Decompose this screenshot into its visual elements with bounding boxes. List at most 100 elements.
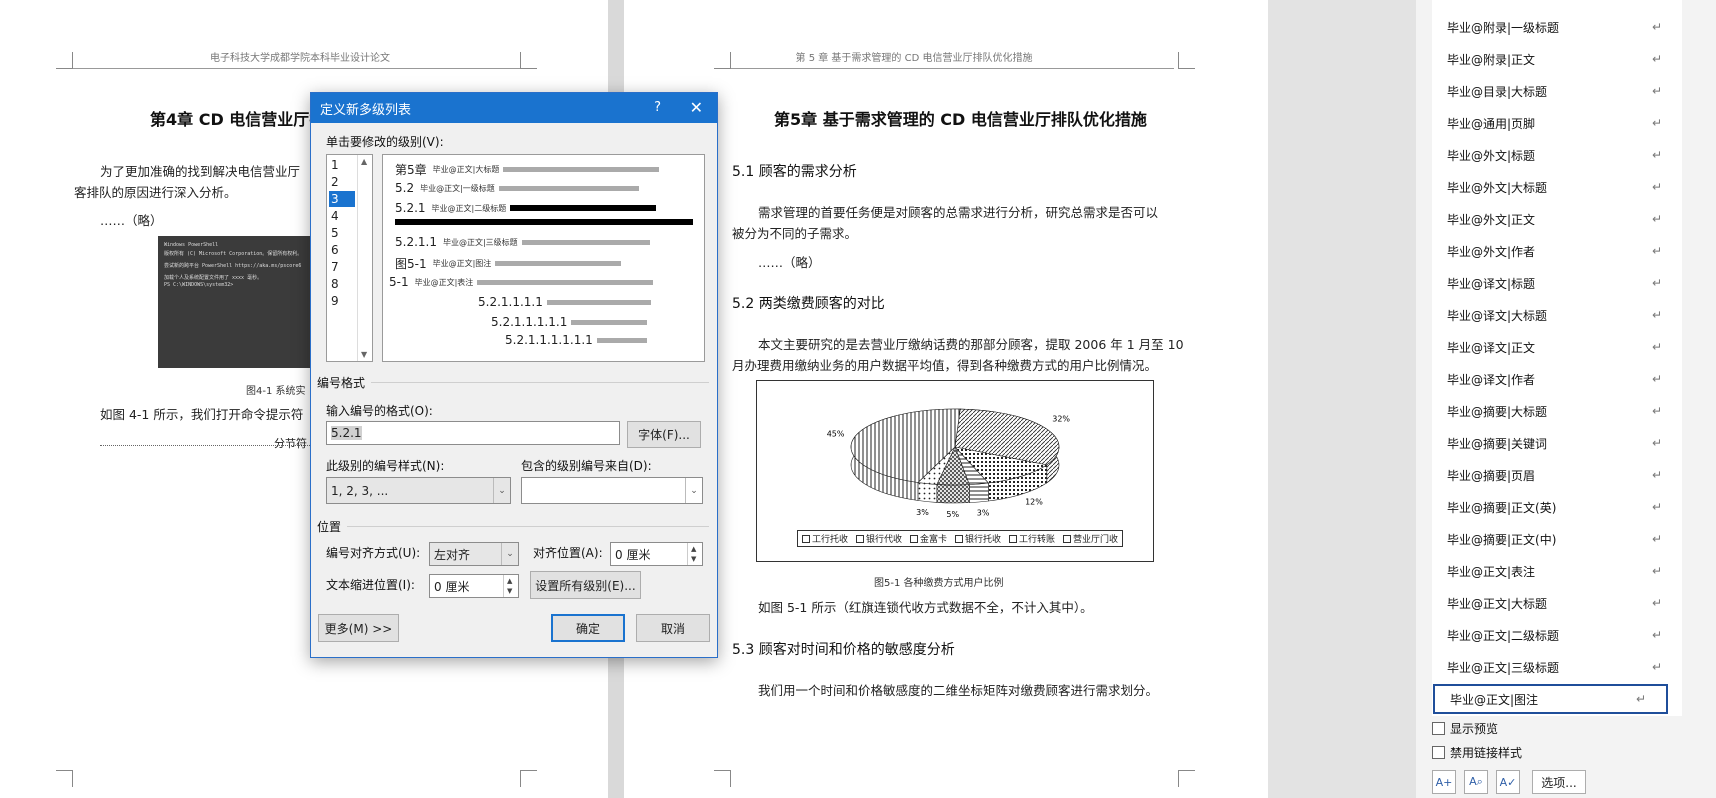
style-item-label: 毕业@目录|大标题	[1447, 84, 1548, 99]
paragraph-mark-icon: ↵	[1635, 692, 1646, 706]
preview-row: 5-1 毕业@正文|表注	[389, 275, 654, 289]
crop-mark	[714, 52, 731, 69]
font-button[interactable]: 字体(F)...	[627, 421, 701, 448]
preview-text-bar	[546, 299, 651, 305]
style-item[interactable]: 毕业@译文|作者 ↵	[1432, 364, 1682, 394]
disable-linked-styles-checkbox[interactable]	[1432, 746, 1445, 759]
number-format-input[interactable]: 5.2.1	[326, 421, 620, 445]
align-at-input[interactable]: 0 厘米 ▲ ▼	[610, 542, 703, 566]
style-item[interactable]: 毕业@外文|大标题 ↵	[1432, 172, 1682, 202]
preview-text-bar	[521, 239, 650, 245]
level-item[interactable]: 5	[329, 225, 355, 241]
legend-swatch	[954, 534, 963, 543]
preview-style-name: 毕业@正文|表注	[414, 277, 474, 287]
paragraph-line: 需求管理的首要任务便是对顾客的总需求进行分析，研究总需求是否可以	[758, 205, 1159, 220]
style-item[interactable]: 毕业@通用|页脚 ↵	[1432, 108, 1682, 138]
scroll-down-icon[interactable]: ▼	[361, 350, 367, 359]
level-item[interactable]: 1	[329, 157, 355, 173]
figure-caption: 图5-1 各种缴费方式用户比例	[874, 578, 1004, 589]
preview-style-name: 毕业@正文|三级标题	[442, 237, 518, 247]
indent-input[interactable]: 0 厘米 ▲ ▼	[429, 574, 519, 598]
style-item[interactable]: 毕业@外文|标题 ↵	[1432, 140, 1682, 170]
style-item-label: 毕业@正文|三级标题	[1447, 660, 1560, 675]
level-item[interactable]: 3	[329, 191, 355, 207]
pie-chart-svg: 32% 12% 3% 5% 3% 45%	[827, 408, 1070, 519]
format-value: 5.2.1	[331, 426, 362, 440]
crop-mark	[714, 770, 731, 787]
chevron-down-icon[interactable]: ⌄	[685, 478, 702, 503]
style-item[interactable]: 毕业@摘要|正文(中) ↵	[1432, 524, 1682, 554]
indent-label: 文本缩进位置(I):	[326, 578, 415, 592]
help-button[interactable]: ?	[654, 100, 661, 115]
cancel-button[interactable]: 取消	[636, 614, 710, 642]
manage-styles-icon[interactable]: A✓	[1496, 770, 1520, 794]
style-item[interactable]: 毕业@正文|图注 ↵	[1433, 684, 1668, 714]
preview-style-name: 毕业@正文|大标题	[432, 165, 500, 174]
align-at-value: 0 厘米	[615, 547, 651, 562]
style-item[interactable]: 毕业@摘要|关键词 ↵	[1432, 428, 1682, 458]
preview-text-bar	[503, 167, 660, 172]
preview-number: 5.2.1.1	[395, 235, 437, 249]
preview-number: 5-1	[389, 275, 409, 289]
close-icon[interactable]: ✕	[690, 98, 703, 117]
level-item[interactable]: 8	[329, 276, 355, 292]
group-divider	[371, 382, 709, 383]
spinner[interactable]: ▲ ▼	[503, 575, 518, 597]
console-line: 加载个人及系统配置文件用了 xxxx 毫秒。	[164, 275, 263, 281]
new-style-icon[interactable]: A+	[1432, 770, 1456, 794]
show-preview-checkbox[interactable]	[1432, 722, 1445, 735]
style-item[interactable]: 毕业@附录|正文 ↵	[1432, 44, 1682, 74]
level-item[interactable]: 2	[329, 174, 355, 190]
style-item-label: 毕业@摘要|正文(英)	[1447, 500, 1557, 515]
number-style-dropdown[interactable]: 1, 2, 3, ... ⌄	[326, 477, 511, 504]
style-item[interactable]: 毕业@摘要|页眉 ↵	[1432, 460, 1682, 490]
level-item[interactable]: 6	[329, 242, 355, 258]
style-item[interactable]: 毕业@外文|正文 ↵	[1432, 204, 1682, 234]
set-all-levels-button[interactable]: 设置所有级别(E)...	[530, 571, 641, 599]
level-item[interactable]: 7	[329, 259, 355, 275]
spinner[interactable]: ▲ ▼	[687, 543, 702, 565]
include-level-label: 包含的级别编号来自(D):	[521, 459, 652, 473]
style-item[interactable]: 毕业@正文|大标题 ↵	[1432, 588, 1682, 618]
dialog-titlebar[interactable]: 定义新多级列表 ? ✕	[311, 93, 717, 123]
chevron-down-icon[interactable]: ⌄	[493, 478, 510, 503]
styles-list[interactable]: 毕业@附录|一级标题 ↵ 毕业@附录|正文 ↵ 毕业@目录|大标题 ↵ 毕业@通用|页脚 ↵ 毕…	[1432, 0, 1682, 716]
pie-data-label: 5%	[946, 510, 959, 519]
paragraph-mark-icon: ↵	[1651, 532, 1662, 546]
style-item[interactable]: 毕业@外文|作者 ↵	[1432, 236, 1682, 266]
style-item[interactable]: 毕业@正文|三级标题 ↵	[1432, 652, 1682, 682]
paragraph-mark-icon: ↵	[1651, 244, 1662, 258]
style-item[interactable]: 毕业@摘要|正文(英) ↵	[1432, 492, 1682, 522]
preview-number: 图5-1	[395, 257, 427, 271]
style-item[interactable]: 毕业@摘要|大标题 ↵	[1432, 396, 1682, 426]
level-listbox[interactable]: 123456789 ▲ ▼	[326, 154, 373, 362]
legend-label: 金富卡	[919, 535, 947, 545]
scroll-up-icon[interactable]: ▲	[361, 157, 367, 166]
preview-row: 图5-1 毕业@正文|图注	[395, 255, 622, 272]
style-item[interactable]: 毕业@译文|大标题 ↵	[1432, 300, 1682, 330]
level-item[interactable]: 4	[329, 208, 355, 224]
header-rule	[72, 68, 522, 69]
level-scrollbar[interactable]: ▲ ▼	[357, 155, 372, 361]
legend-swatch	[801, 534, 810, 543]
chevron-down-icon[interactable]: ⌄	[501, 543, 518, 565]
preview-number: 5.2.1.1.1.1.1	[491, 315, 568, 329]
include-level-dropdown[interactable]: ⌄	[521, 477, 703, 504]
style-item[interactable]: 毕业@目录|大标题 ↵	[1432, 76, 1682, 106]
style-item[interactable]: 毕业@正文|二级标题 ↵	[1432, 620, 1682, 650]
style-item[interactable]: 毕业@译文|标题 ↵	[1432, 268, 1682, 298]
crop-mark	[56, 52, 73, 69]
style-item[interactable]: 毕业@附录|一级标题 ↵	[1432, 12, 1682, 42]
console-screenshot-image: Windows PowerShell 版权所有 (C) Microsoft Co…	[158, 236, 310, 368]
level-item[interactable]: 9	[329, 293, 355, 309]
alignment-dropdown[interactable]: 左对齐 ⌄	[429, 542, 519, 566]
style-item[interactable]: 毕业@正文|表注 ↵	[1432, 556, 1682, 586]
style-inspector-icon[interactable]: A⌕	[1464, 770, 1488, 794]
options-button[interactable]: 选项...	[1532, 770, 1586, 794]
paragraph-mark-icon: ↵	[1651, 116, 1662, 130]
more-button[interactable]: 更多(M) >>	[318, 614, 399, 642]
ok-button[interactable]: 确定	[551, 614, 625, 642]
paragraph-mark-icon: ↵	[1651, 660, 1662, 674]
preview-number: 5.2.1.1.1.1.1.1	[505, 333, 593, 347]
style-item[interactable]: 毕业@译文|正文 ↵	[1432, 332, 1682, 362]
